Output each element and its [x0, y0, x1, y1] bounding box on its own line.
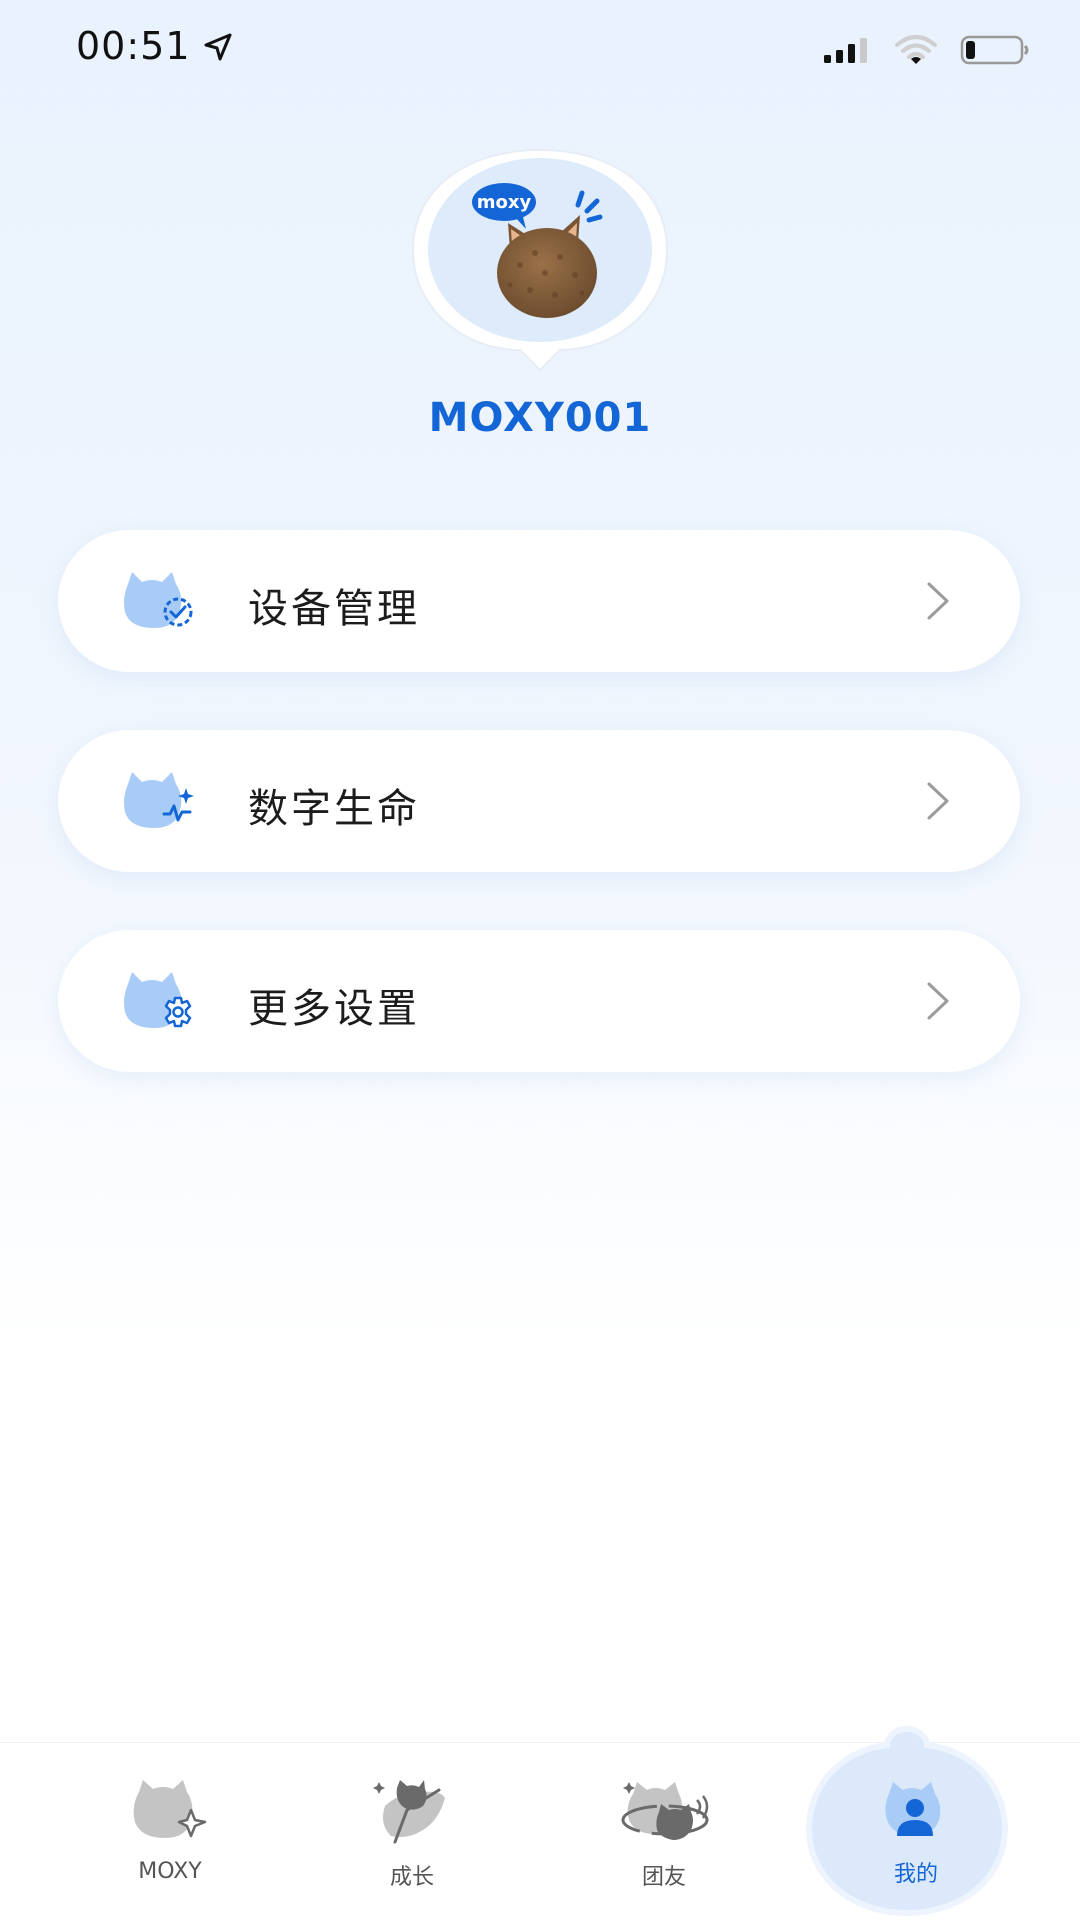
- clock-text: 00:51: [76, 24, 191, 68]
- menu-item-more-settings[interactable]: 更多设置: [58, 930, 1020, 1072]
- tab-label: 我的: [893, 1862, 938, 1887]
- tab-profile[interactable]: 我的: [816, 1743, 1016, 1921]
- signal-icon: [824, 38, 867, 63]
- tab-friends[interactable]: 团友: [564, 1743, 764, 1921]
- menu-item-device-management[interactable]: 设备管理: [58, 530, 1020, 672]
- settings-gear-icon: [124, 972, 192, 1028]
- chevron-right-icon: [927, 982, 949, 1020]
- chevron-right-icon: [927, 782, 949, 820]
- tab-label: 团友: [641, 1865, 686, 1890]
- status-icons: [822, 30, 1030, 70]
- profile-avatar[interactable]: moxy: [410, 145, 670, 375]
- tab-label: 成长: [389, 1865, 434, 1890]
- moxy-tab-icon: [133, 1780, 207, 1838]
- status-time: 00:51: [76, 24, 232, 68]
- menu-item-digital-life[interactable]: 数字生命: [58, 730, 1020, 872]
- avatar: moxy: [411, 148, 669, 372]
- moxy-badge-text: moxy: [477, 192, 532, 213]
- menu-item-label: 更多设置: [248, 986, 420, 1032]
- location-arrow-icon: [204, 33, 232, 61]
- friends-tab-icon: [621, 1782, 709, 1840]
- menu-item-label: 设备管理: [248, 586, 420, 632]
- tab-moxy[interactable]: MOXY: [70, 1743, 270, 1921]
- menu-item-label: 数字生命: [248, 786, 420, 832]
- tab-growth[interactable]: 成长: [312, 1743, 512, 1921]
- profile-tab-icon: [885, 1782, 941, 1836]
- device-manage-icon: [124, 572, 193, 628]
- growth-tab-icon: [373, 1780, 445, 1844]
- username: MOXY001: [428, 395, 652, 441]
- digital-life-icon: [124, 772, 194, 828]
- tab-bar: MOXY 成长 团友 我的: [0, 1725, 1080, 1921]
- battery-icon: [960, 35, 1029, 65]
- status-bar: 00:51: [0, 0, 1080, 100]
- wifi-icon: [895, 35, 937, 64]
- chevron-right-icon: [927, 582, 949, 620]
- tab-label: MOXY: [138, 1859, 202, 1884]
